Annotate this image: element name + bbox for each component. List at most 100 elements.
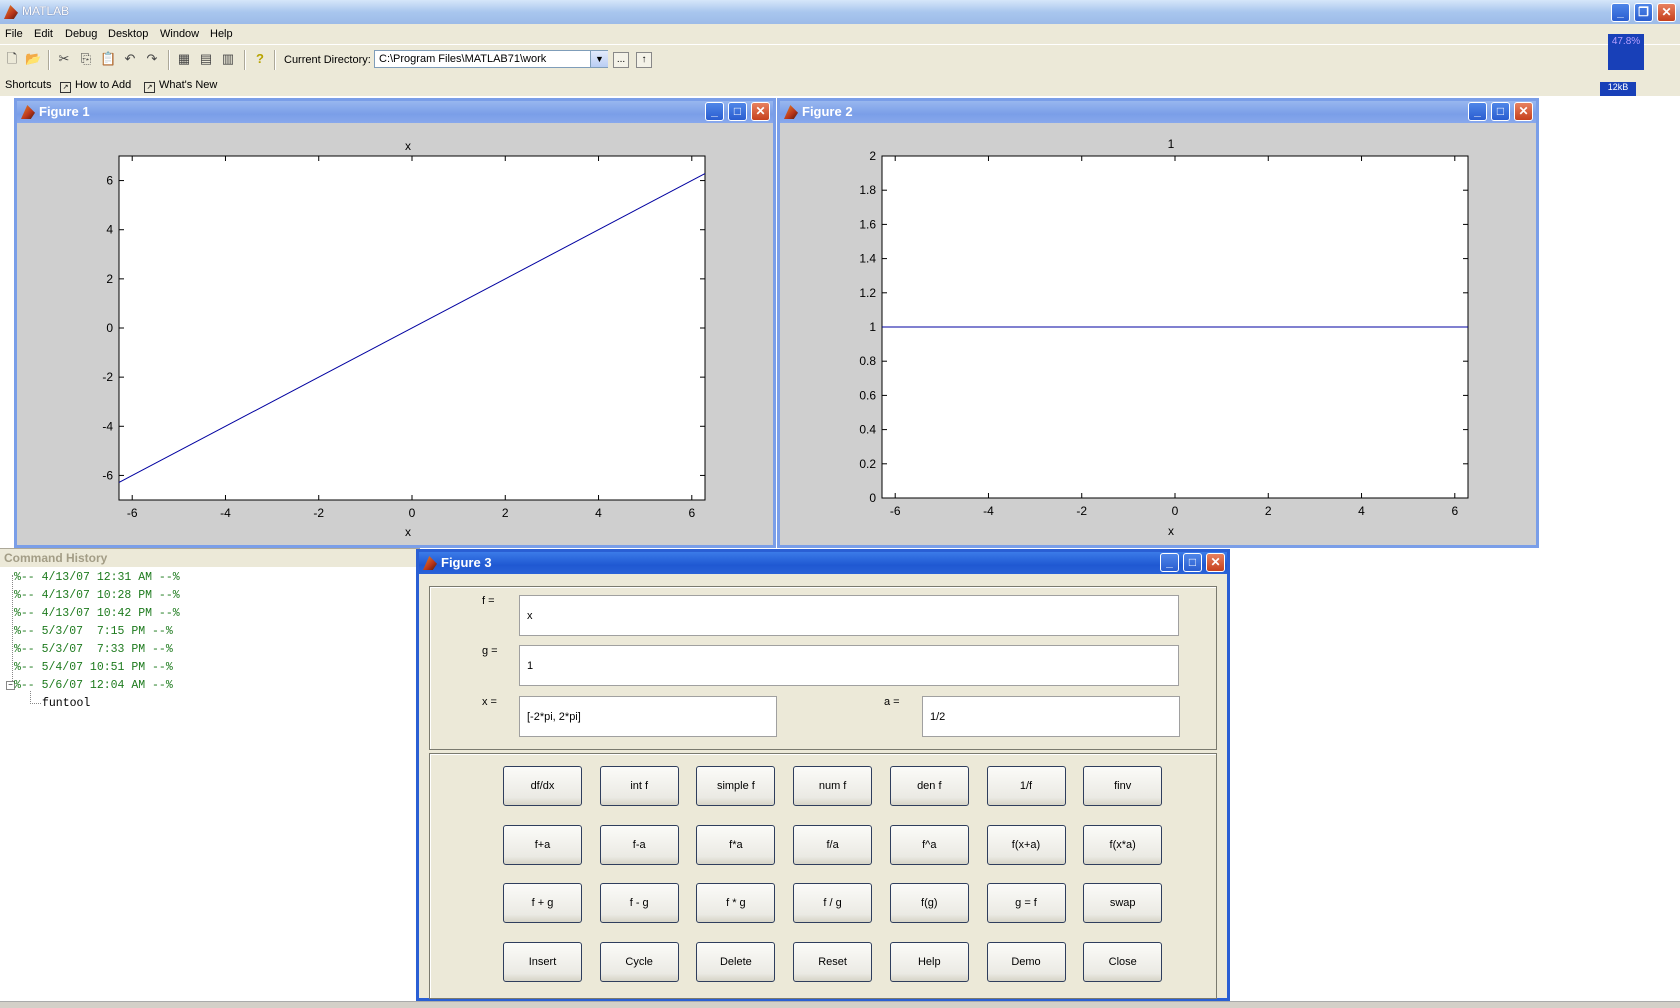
redo-icon[interactable]: ↷: [144, 51, 160, 67]
funtool-button[interactable]: Help: [889, 941, 969, 982]
g-input[interactable]: 1: [519, 645, 1179, 686]
paste-icon[interactable]: 📋: [100, 51, 116, 67]
x-axis-label: x: [405, 525, 411, 539]
funtool-button[interactable]: f+a: [503, 824, 582, 865]
x-tick-label: 2: [1265, 504, 1272, 518]
funtool-button[interactable]: Insert: [503, 941, 582, 982]
cpu-monitor: 47.8%: [1608, 34, 1644, 70]
chevron-down-icon[interactable]: ▼: [590, 51, 608, 67]
funtool-button[interactable]: f-a: [599, 824, 679, 865]
matlab-logo-icon: [423, 556, 437, 570]
maximize-button[interactable]: □: [1183, 553, 1202, 572]
minimize-button[interactable]: _: [1160, 553, 1179, 572]
guide-icon[interactable]: ▤: [198, 51, 214, 67]
history-entry[interactable]: %-- 5/3/07 7:15 PM --%: [14, 625, 173, 638]
simulink-icon[interactable]: ▦: [176, 51, 192, 67]
funtool-button[interactable]: f * g: [696, 883, 776, 923]
funtool-button[interactable]: f + g: [503, 883, 582, 923]
g-label: g =: [482, 645, 498, 657]
y-tick-label: 4: [106, 223, 113, 237]
menu-help[interactable]: Help: [210, 28, 233, 40]
history-entry[interactable]: %-- 5/4/07 10:51 PM --%: [14, 661, 173, 674]
f-label: f =: [482, 595, 495, 607]
history-entry[interactable]: %-- 4/13/07 12:31 AM --%: [14, 571, 180, 584]
funtool-button[interactable]: Demo: [986, 941, 1066, 982]
a-label: a =: [884, 696, 900, 708]
funtool-button[interactable]: f(x*a): [1083, 824, 1163, 865]
funtool-button[interactable]: finv: [1083, 766, 1163, 806]
history-command[interactable]: funtool: [42, 697, 90, 710]
x-axis-label: x: [1168, 524, 1174, 538]
funtool-button[interactable]: Close: [1083, 941, 1163, 982]
main-title-bar: MATLAB _ ❐ ✕: [0, 0, 1680, 24]
funtool-button[interactable]: 1/f: [986, 766, 1066, 806]
cut-icon[interactable]: ✂: [56, 51, 72, 67]
x-range-input[interactable]: [-2*pi, 2*pi]: [519, 696, 777, 737]
funtool-button[interactable]: int f: [599, 766, 679, 806]
undo-icon[interactable]: ↶: [122, 51, 138, 67]
profiler-icon[interactable]: ▥: [220, 51, 236, 67]
funtool-button[interactable]: df/dx: [503, 766, 582, 806]
y-tick-label: 1: [869, 320, 876, 334]
x-tick-label: 0: [1172, 504, 1179, 518]
history-entry[interactable]: %-- 4/13/07 10:42 PM --%: [14, 607, 180, 620]
new-file-icon[interactable]: 🗋: [4, 51, 20, 67]
command-history-panel: %-- 4/13/07 12:31 AM --% %-- 4/13/07 10:…: [0, 567, 420, 1001]
history-entry[interactable]: %-- 5/3/07 7:33 PM --%: [14, 643, 173, 656]
a-input[interactable]: 1/2: [922, 696, 1180, 737]
funtool-button[interactable]: simple f: [696, 766, 776, 806]
help-icon[interactable]: ?: [252, 51, 268, 67]
menu-window[interactable]: Window: [160, 28, 199, 40]
close-button[interactable]: ✕: [1657, 3, 1676, 22]
funtool-button[interactable]: Cycle: [599, 941, 679, 982]
y-tick-label: 1.2: [859, 286, 876, 300]
minimize-button[interactable]: _: [1611, 3, 1630, 22]
x-label: x =: [482, 696, 497, 708]
y-tick-label: 0.6: [859, 388, 876, 402]
funtool-button[interactable]: num f: [793, 766, 873, 806]
funtool-button[interactable]: f(g): [889, 883, 969, 923]
history-entry[interactable]: %-- 4/13/07 10:28 PM --%: [14, 589, 180, 602]
open-file-icon[interactable]: 📂: [25, 51, 41, 67]
browse-folder-button[interactable]: ...: [613, 52, 629, 68]
x-tick-label: -4: [983, 504, 994, 518]
current-directory-input[interactable]: C:\Program Files\MATLAB71\work: [374, 50, 608, 68]
shortcuts-label[interactable]: Shortcuts: [5, 79, 51, 91]
parent-folder-button[interactable]: ↑: [636, 52, 652, 68]
x-tick-label: -4: [220, 506, 231, 520]
funtool-button[interactable]: f^a: [889, 824, 969, 865]
how-to-add-link[interactable]: ↗ How to Add: [60, 79, 131, 93]
menu-bar: File Edit Debug Desktop Window Help: [0, 24, 1680, 44]
x-tick-label: -6: [127, 506, 138, 520]
y-tick-label: -6: [102, 468, 113, 482]
funtool-button[interactable]: f - g: [599, 883, 679, 923]
funtool-button[interactable]: swap: [1083, 883, 1163, 923]
funtool-button[interactable]: f/a: [793, 824, 873, 865]
funtool-button[interactable]: Delete: [696, 941, 776, 982]
menu-desktop[interactable]: Desktop: [108, 28, 148, 40]
y-tick-label: -2: [102, 370, 113, 384]
copy-icon[interactable]: ⎘: [78, 51, 94, 67]
figure-2-window[interactable]: Figure 2 _ □ ✕ 1 -6 -4 -2 0 2 4 6 2 1.8 1.6 1.4 1.2…: [777, 98, 1539, 548]
y-tick-label: 2: [106, 272, 113, 286]
figure-3-title-bar[interactable]: Figure 3 _ □ ✕: [419, 552, 1227, 574]
whats-new-link[interactable]: ↗ What's New: [144, 79, 217, 93]
funtool-button[interactable]: Reset: [793, 941, 873, 982]
shortcut-icon: ↗: [144, 82, 155, 93]
funtool-button[interactable]: f*a: [696, 824, 776, 865]
funtool-button[interactable]: g = f: [986, 883, 1066, 923]
menu-file[interactable]: File: [5, 28, 23, 40]
funtool-button[interactable]: den f: [889, 766, 969, 806]
x-tick-label: 0: [409, 506, 416, 520]
figure-3-title: Figure 3: [441, 555, 492, 570]
funtool-button[interactable]: f / g: [793, 883, 873, 923]
close-button[interactable]: ✕: [1206, 553, 1225, 572]
restore-button[interactable]: ❐: [1634, 3, 1653, 22]
funtool-button[interactable]: f(x+a): [986, 824, 1066, 865]
menu-debug[interactable]: Debug: [65, 28, 97, 40]
figure-2-plot: -6 -4 -2 0 2 4 6 2 1.8 1.6 1.4 1.2 1 0.8 0.6 0.4 0.2 0: [859, 149, 1469, 518]
menu-edit[interactable]: Edit: [34, 28, 53, 40]
f-input[interactable]: x: [519, 595, 1179, 636]
figure-1-window[interactable]: Figure 1 _ □ ✕ x -6 -4 -2 0 2 4 6 6 4 2 0 -2 -4 -6 x: [14, 98, 776, 548]
figure-3-window[interactable]: Figure 3 _ □ ✕ f = x g = 1 x = [-2*pi, 2…: [416, 549, 1230, 1001]
